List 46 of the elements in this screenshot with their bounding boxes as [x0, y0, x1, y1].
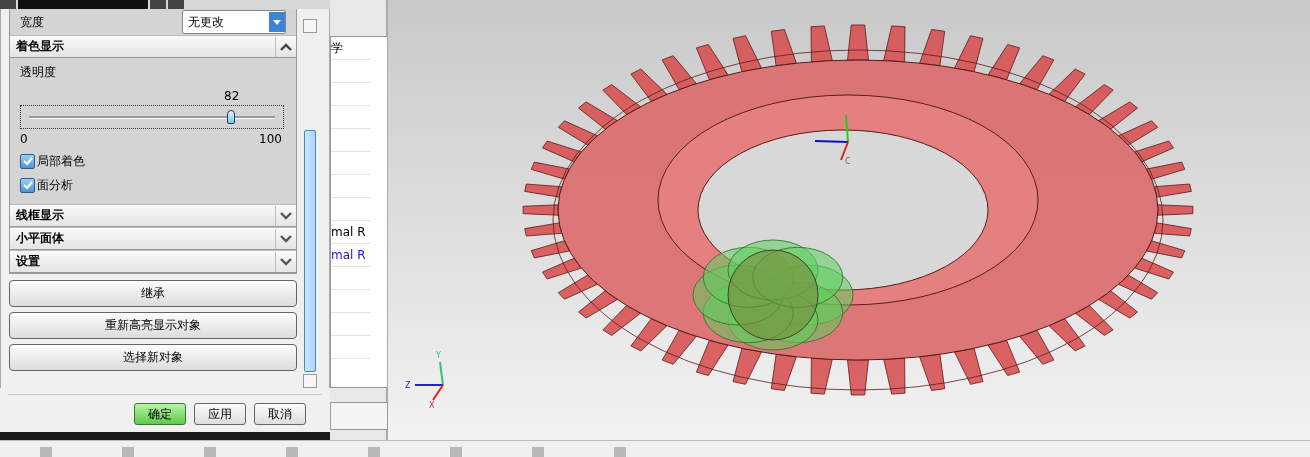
checkbox-label: 面分析 — [37, 177, 73, 194]
dialog-button[interactable]: 应用 — [194, 403, 246, 425]
table-cell: mal R — [331, 221, 371, 244]
toolbar-icon[interactable] — [286, 447, 298, 457]
slider-min-label: 0 — [20, 132, 28, 146]
toolbar-icon[interactable] — [122, 447, 134, 457]
section-header[interactable]: 线框显示 — [10, 204, 296, 227]
checkbox-label: 局部着色 — [37, 153, 85, 170]
dialog-button[interactable]: 确定 — [134, 403, 186, 425]
checkbox[interactable] — [20, 154, 35, 169]
table-cell: 学 — [331, 37, 371, 60]
action-button[interactable]: 选择新对象 — [9, 344, 297, 371]
collapse-chevron-icon — [280, 42, 292, 51]
axis-label: Z — [405, 381, 411, 390]
toolbar-icon[interactable] — [450, 447, 462, 457]
width-dropdown[interactable]: 无更改 — [182, 10, 286, 34]
section-header[interactable]: 着色显示 — [10, 35, 296, 58]
scrollbar-thumb[interactable] — [304, 130, 316, 372]
scroll-down-button[interactable] — [303, 374, 317, 388]
axis-triad — [414, 361, 444, 401]
expand-chevron-icon — [280, 257, 292, 266]
dropdown-field[interactable] — [330, 402, 388, 430]
action-button[interactable]: 继承 — [9, 280, 297, 307]
action-button[interactable]: 重新高亮显示对象 — [9, 312, 297, 339]
table-cell[interactable]: mal R — [331, 244, 371, 267]
section-header[interactable]: 设置 — [10, 250, 296, 273]
slider-value: 82 — [224, 89, 240, 103]
expand-chevron-icon — [280, 211, 292, 220]
slider-thumb[interactable] — [226, 110, 235, 124]
transparency-slider[interactable] — [20, 105, 284, 129]
scroll-up-button[interactable] — [303, 19, 317, 33]
toolbar-icon[interactable] — [204, 447, 216, 457]
section-header[interactable]: 小平面体 — [10, 227, 296, 250]
checkbox[interactable] — [20, 178, 35, 193]
axis-label: C — [845, 157, 851, 166]
expand-chevron-icon — [280, 234, 292, 243]
field-label: 宽度 — [20, 13, 44, 31]
axis-label: Y — [436, 351, 441, 360]
toolbar-icon[interactable] — [532, 447, 544, 457]
toolbar-icon[interactable] — [614, 447, 626, 457]
dialog-button[interactable]: 取消 — [254, 403, 306, 425]
slider-max-label: 100 — [259, 132, 282, 146]
toolbar-icon[interactable] — [40, 447, 52, 457]
slider-label: 透明度 — [20, 64, 57, 81]
axis-label: X — [429, 401, 435, 410]
toolbar-icon[interactable] — [368, 447, 380, 457]
